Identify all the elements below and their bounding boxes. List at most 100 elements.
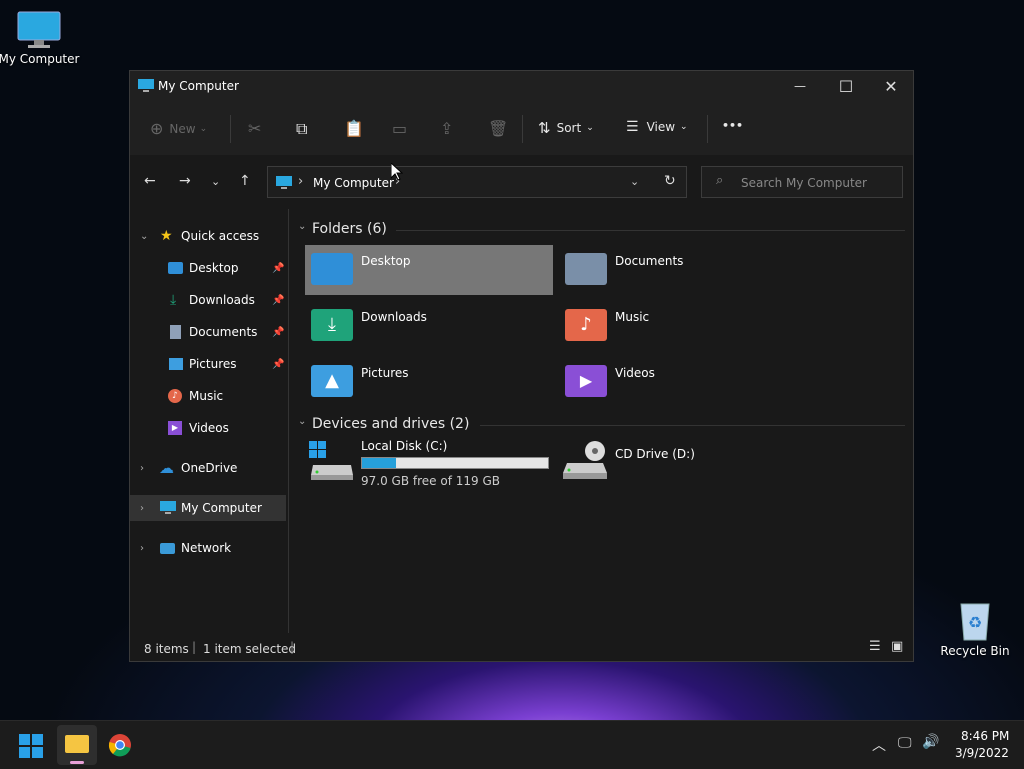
sidebar-item-documents[interactable]: Documents 📌: [130, 319, 286, 345]
chevron-down-icon[interactable]: ⌄: [630, 175, 639, 188]
cloud-icon: ☁: [159, 459, 174, 477]
address-bar[interactable]: › My Computer › ⌄ ↻: [267, 166, 687, 198]
chevron-right-icon[interactable]: ›: [140, 463, 144, 474]
navigation-pane: ⌄ ★ Quick access Desktop 📌 ⤓ Downloads 📌…: [130, 209, 289, 633]
sort-label: Sort: [556, 121, 582, 135]
search-placeholder: Search My Computer: [741, 176, 867, 190]
up-button[interactable]: ↑: [239, 173, 251, 189]
folder-tile-videos[interactable]: ▶ Videos: [559, 357, 807, 407]
folder-tile-downloads[interactable]: ⤓ Downloads: [305, 301, 553, 351]
folder-label: Documents: [615, 254, 684, 268]
chevron-down-icon[interactable]: ⌄: [298, 221, 306, 232]
back-button[interactable]: ←: [144, 173, 156, 189]
share-button[interactable]: ⇪: [440, 119, 453, 138]
chevron-down-icon: ⌄: [199, 123, 208, 134]
delete-button[interactable]: 🗑: [488, 119, 508, 138]
chevron-down-icon: ⌄: [586, 123, 594, 133]
new-button[interactable]: ⊕ New ⌄: [150, 119, 207, 138]
clock-date[interactable]: 3/9/2022: [955, 746, 1009, 760]
sidebar-item-network[interactable]: › Network: [130, 535, 286, 561]
music-folder-icon: ♪: [565, 309, 607, 341]
scissors-icon: ✂: [248, 119, 262, 138]
sort-icon: ⇅: [538, 119, 551, 137]
search-icon: ⌕: [716, 173, 724, 188]
refresh-icon[interactable]: ↻: [664, 173, 676, 189]
chevron-right-icon[interactable]: ›: [140, 543, 144, 554]
view-label: View: [646, 120, 676, 134]
folder-label: Music: [615, 310, 650, 324]
clipboard-icon: 📋: [344, 119, 364, 138]
share-icon: ⇪: [440, 119, 454, 138]
drive-free-space: 97.0 GB free of 119 GB: [361, 474, 500, 488]
sidebar-item-videos[interactable]: ▶ Videos: [130, 415, 286, 441]
clock-time[interactable]: 8:46 PM: [961, 729, 1009, 743]
drive-tile-local-disk-c[interactable]: Local Disk (C:) 97.0 GB free of 119 GB: [305, 437, 553, 493]
desktop-icon-recycle-bin[interactable]: ♻ Recycle Bin: [930, 598, 1020, 658]
folder-label: Pictures: [361, 366, 409, 380]
desktop-icon-my-computer[interactable]: My Computer: [0, 10, 84, 66]
recent-locations-button[interactable]: ⌄: [211, 175, 220, 188]
paste-button[interactable]: 📋: [344, 119, 364, 138]
taskbar-chrome[interactable]: [108, 733, 132, 757]
sidebar-item-music[interactable]: ♪ Music: [130, 383, 286, 409]
windows-logo-icon: [19, 734, 43, 758]
copy-icon: ⧉: [296, 119, 308, 138]
close-button[interactable]: ✕: [868, 71, 914, 101]
folder-tile-music[interactable]: ♪ Music: [559, 301, 807, 351]
minimize-button[interactable]: —: [777, 71, 823, 101]
desktop-folder-icon: [311, 253, 353, 285]
maximize-button[interactable]: ☐: [823, 71, 869, 101]
tiles-view-icon[interactable]: ▣: [891, 639, 903, 654]
chevron-down-icon[interactable]: ⌄: [298, 416, 306, 427]
hard-drive-icon: [309, 441, 353, 480]
show-hidden-icons-icon[interactable]: ︿: [872, 735, 886, 755]
sort-button[interactable]: ⇅ Sort ⌄: [538, 119, 594, 137]
search-input[interactable]: ⌕ Search My Computer: [701, 166, 903, 198]
sidebar-item-label: Documents: [189, 325, 258, 339]
cut-button[interactable]: ✂: [248, 119, 261, 138]
title-bar[interactable]: My Computer — ☐ ✕: [130, 71, 913, 103]
folders-group-header[interactable]: Folders (6): [312, 221, 387, 237]
view-button[interactable]: ☰ View ⌄: [626, 119, 688, 135]
sidebar-item-pictures[interactable]: Pictures 📌: [130, 351, 286, 377]
drive-label: CD Drive (D:): [615, 447, 695, 461]
sidebar-item-downloads[interactable]: ⤓ Downloads 📌: [130, 287, 286, 313]
sidebar-item-my-computer[interactable]: › My Computer: [130, 495, 286, 521]
mouse-cursor-icon: [391, 163, 403, 181]
taskbar-file-explorer[interactable]: [57, 725, 97, 765]
details-view-icon[interactable]: ☰: [869, 639, 881, 654]
pin-icon: 📌: [272, 262, 285, 274]
drives-group-header[interactable]: Devices and drives (2): [312, 416, 469, 432]
start-button[interactable]: [18, 733, 44, 759]
drive-tile-cd-drive-d[interactable]: CD Drive (D:): [559, 437, 807, 493]
copy-button[interactable]: ⧉: [296, 119, 307, 139]
chevron-down-icon[interactable]: ⌄: [140, 231, 148, 242]
chevron-right-icon[interactable]: ›: [140, 503, 144, 514]
content-pane: ⌄ Folders (6) Desktop Documents ⤓ Downlo…: [290, 209, 913, 633]
videos-folder-icon: ▶: [565, 365, 607, 397]
more-options-button[interactable]: •••: [722, 119, 743, 132]
forward-button[interactable]: →: [179, 173, 191, 189]
volume-icon[interactable]: 🔊: [922, 734, 939, 750]
sidebar-item-desktop[interactable]: Desktop 📌: [130, 255, 286, 281]
divider: |: [192, 640, 197, 654]
sidebar-item-onedrive[interactable]: › ☁ OneDrive: [130, 455, 286, 481]
sidebar-item-label: Downloads: [189, 293, 255, 307]
folder-tile-desktop[interactable]: Desktop: [305, 245, 553, 295]
rename-icon: ▭: [392, 119, 408, 138]
document-icon: [170, 325, 181, 339]
sidebar-item-label: OneDrive: [181, 461, 238, 475]
folder-label: Downloads: [361, 310, 427, 324]
network-icon: [160, 542, 175, 554]
trash-icon: 🗑: [488, 119, 509, 138]
rename-button[interactable]: ▭: [392, 119, 407, 138]
status-bar: 8 items | 1 item selected | ☰ ▣: [130, 633, 913, 661]
divider: [230, 115, 231, 143]
folder-tile-pictures[interactable]: ▲ Pictures: [305, 357, 553, 407]
folder-tile-documents[interactable]: Documents: [559, 245, 807, 295]
network-status-icon[interactable]: 🖵: [898, 735, 912, 751]
breadcrumb-my-computer[interactable]: My Computer: [313, 176, 394, 190]
sidebar-item-quick-access[interactable]: ⌄ ★ Quick access: [130, 223, 286, 249]
item-count: 8 items: [144, 642, 189, 656]
music-icon: ♪: [168, 389, 182, 403]
